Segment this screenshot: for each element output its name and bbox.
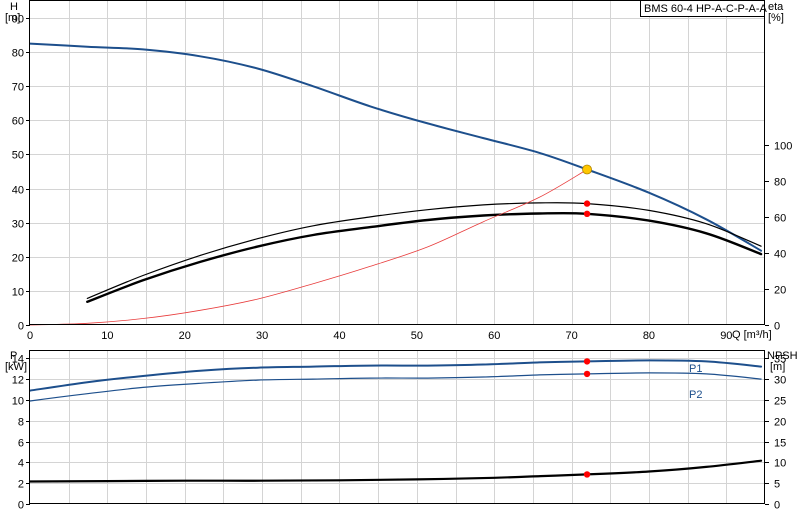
bottom-chart-panel: 0246810121405101520253035 P [kW] NPSH [m… (5, 350, 798, 512)
top-y-tick-label: 40 (12, 185, 24, 197)
top-operating-point-1 (583, 200, 591, 207)
top-x-tick-label: 20 (179, 330, 191, 342)
bottom-y-tick-label: 4 (18, 458, 24, 470)
top-y-tick-label: 20 (12, 253, 24, 265)
bottom-y2-tick-label: 5 (774, 479, 780, 491)
top-series-line-3 (29, 169, 588, 326)
top-y2-tick-label: 80 (774, 177, 786, 189)
top-y-tick-label: 50 (12, 150, 24, 162)
bottom-y-tick-label: 6 (18, 438, 24, 450)
top-x-tick-label: 80 (643, 330, 655, 342)
top-y-tick-label: 0 (18, 321, 24, 333)
top-y2-tick-label: 60 (774, 213, 786, 225)
top-y-tick-label: 10 (12, 287, 24, 299)
bottom-operating-point-1 (583, 370, 591, 378)
top-x-tick-label: 30 (256, 330, 268, 342)
top-y-right-unit: [%] (768, 12, 784, 24)
bottom-y-tick-label: 0 (18, 500, 24, 512)
bottom-y2-tick-label: 0 (774, 500, 780, 512)
bottom-y-tick-label: 12 (12, 375, 24, 387)
bottom-y-right-unit: [m] (770, 361, 785, 373)
top-series-line-1 (86, 202, 762, 299)
bottom-series-line-0 (29, 359, 763, 392)
top-y-tick-label: 60 (12, 116, 24, 128)
bottom-series-line-2 (28, 459, 763, 483)
bottom-y2-tick-label: 10 (774, 458, 786, 470)
bottom-series (28, 359, 763, 483)
top-x-tick-label: 10 (101, 330, 113, 342)
top-x-tick-label: 70 (565, 330, 577, 342)
top-y-tick-label: 30 (12, 219, 24, 231)
top-y2-tick-label: 0 (774, 321, 780, 333)
top-x-tick-label: 0 (27, 330, 33, 342)
top-y-tick-label: 70 (12, 82, 24, 94)
top-series-line-0 (29, 42, 763, 252)
bottom-y-tick-label: 2 (18, 479, 24, 491)
top-y2-tick-label: 100 (774, 141, 792, 153)
top-series (29, 42, 763, 326)
top-y2-tick-label: 20 (774, 285, 786, 297)
top-chart-panel: 0 10 20 30 40 50 60 70 80 90 0 20 40 60 80 100 0 10 20 30 40… (5, 0, 793, 343)
bottom-y-tick-label: 10 (12, 396, 24, 408)
bottom-y2-tick-label: 15 (774, 438, 786, 450)
bottom-y-tick-label: 8 (18, 417, 24, 429)
chart-title: BMS 60-4 HP-A-C-P-A-A (644, 3, 768, 15)
top-axis-ticks: 0 10 20 30 40 50 60 70 80 90 0 20 40 60 80 100 0 10 20 30 40… (12, 14, 793, 343)
top-x-axis-label: Q [m³/h] (732, 329, 772, 341)
top-operating-point-0 (582, 164, 592, 175)
top-operating-points (582, 164, 592, 218)
top-x-tick-label: 50 (411, 330, 423, 342)
top-x-tick-label: 40 (333, 330, 345, 342)
pump-curve-chart: 01020304050607080900204060801000 10 20 30 40… (5, 0, 798, 512)
bottom-y-left-unit: [kW] (5, 361, 27, 373)
top-y-tick-label: 80 (12, 48, 24, 60)
top-operating-point-2 (583, 210, 591, 218)
bottom-operating-point-0 (583, 358, 591, 365)
top-y2-tick-label: 40 (774, 249, 786, 261)
bottom-operating-points (583, 358, 591, 478)
series-label-p2: P2 (689, 389, 702, 401)
top-x-tick-label: 60 (488, 330, 500, 342)
top-y-left-unit: [m] (5, 12, 20, 24)
series-label-p1: P1 (689, 363, 702, 375)
bottom-operating-point-2 (583, 471, 591, 478)
top-x-tick-label: 90 (720, 330, 732, 342)
bottom-y2-tick-label: 25 (774, 396, 786, 408)
bottom-y2-tick-label: 30 (774, 375, 786, 387)
bottom-y2-tick-label: 20 (774, 417, 786, 429)
